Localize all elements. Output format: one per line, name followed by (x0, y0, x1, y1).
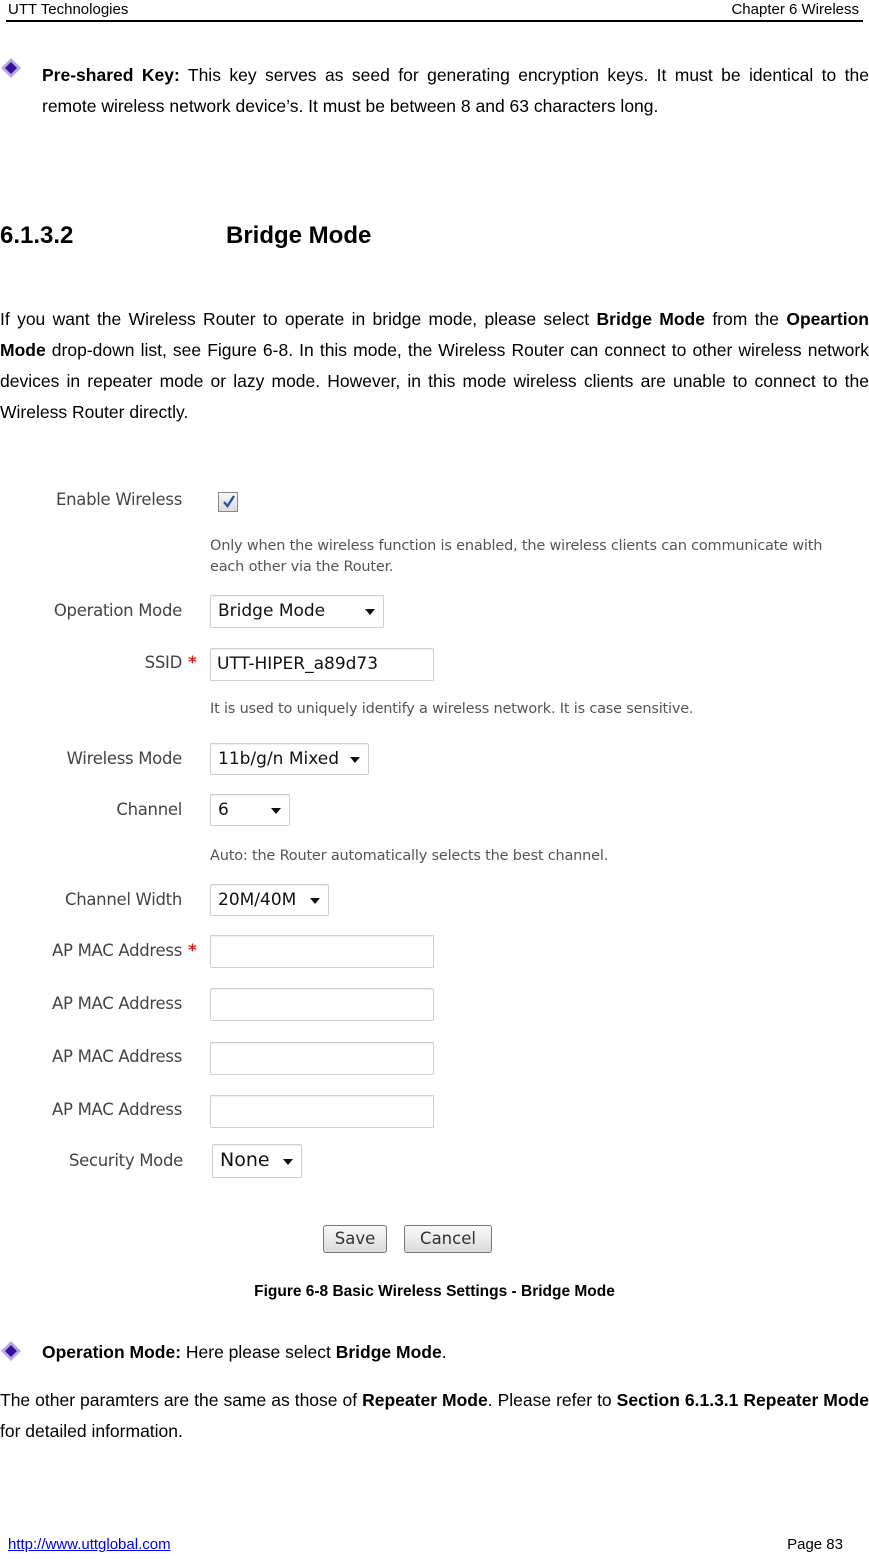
intro-text: If you want the Wireless Router to opera… (0, 309, 597, 329)
preshared-key-description: Pre-shared Key: This key serves as seed … (42, 60, 869, 122)
channel-label: Channel (116, 800, 182, 819)
section-title: Bridge Mode (226, 222, 372, 249)
section-heading: 6.1.3.2 Bridge Mode (0, 222, 371, 250)
channel-width-select[interactable]: 20M/40M (210, 884, 329, 916)
closing-text: . Please refer to (487, 1390, 617, 1410)
closing-text: for detailed information. (0, 1421, 183, 1441)
required-asterisk: * (188, 653, 197, 673)
wireless-mode-label: Wireless Mode (66, 749, 183, 768)
closing-text: The other paramters are the same as thos… (0, 1390, 363, 1410)
intro-paragraph: If you want the Wireless Router to opera… (0, 304, 869, 428)
checkmark-icon (223, 495, 236, 508)
wireless-mode-value: 11b/g/n Mixed (218, 749, 340, 769)
wireless-settings-form: Enable Wireless Only when the wireless f… (20, 480, 860, 1260)
ssid-input[interactable]: UTT-HIPER_a89d73 (210, 648, 434, 681)
chevron-down-icon (310, 898, 320, 904)
page-header: UTT Technologies Chapter 6 Wireless (6, 0, 863, 22)
chevron-down-icon (283, 1159, 293, 1165)
intro-text: from the (704, 309, 787, 329)
figure-caption: Figure 6-8 Basic Wireless Settings - Bri… (254, 1283, 615, 1300)
intro-bold: Bridge Mode (596, 309, 705, 329)
enable-wireless-checkbox[interactable] (218, 492, 238, 512)
channel-width-value: 20M/40M (218, 890, 297, 910)
save-button[interactable]: Save (323, 1225, 387, 1253)
diamond-bullet-icon (1, 58, 21, 78)
ap-mac-label: AP MAC Address (52, 1100, 182, 1119)
operation-mode-description: Operation Mode: Here please select Bridg… (42, 1337, 869, 1368)
wireless-mode-select[interactable]: 11b/g/n Mixed (210, 743, 369, 775)
footer-url-link[interactable]: http://www.uttglobal.com (8, 1536, 171, 1553)
operation-mode-label: Operation Mode (53, 601, 182, 620)
channel-value: 6 (218, 800, 229, 820)
ap-mac-label: AP MAC Address (52, 994, 182, 1013)
enable-wireless-label: Enable Wireless (56, 490, 182, 509)
diamond-bullet-icon (1, 1341, 21, 1361)
enable-wireless-hint: Only when the wireless function is enabl… (210, 538, 823, 575)
ap-mac-input-2[interactable] (210, 988, 434, 1021)
security-mode-value: None (220, 1149, 270, 1171)
chevron-down-icon (350, 757, 360, 763)
ap-mac-input-4[interactable] (210, 1095, 434, 1128)
ssid-hint: It is used to uniquely identify a wirele… (210, 701, 694, 717)
channel-hint: Auto: the Router automatically selects t… (210, 848, 609, 864)
ap-mac-label: AP MAC Address (52, 941, 182, 960)
required-asterisk: * (188, 941, 197, 961)
header-chapter: Chapter 6 Wireless (731, 1, 859, 18)
ap-mac-label: AP MAC Address (52, 1047, 182, 1066)
channel-width-label: Channel Width (64, 890, 182, 909)
section-number: 6.1.3.2 (0, 222, 74, 249)
ssid-label-text: SSID (144, 653, 183, 672)
intro-text: drop-down list, see Figure 6-8. In this … (0, 340, 869, 422)
closing-bold: Section 6.1.3.1 Repeater Mode (616, 1390, 869, 1410)
operation-mode-end: . (441, 1342, 447, 1362)
operation-mode-select[interactable]: Bridge Mode (210, 595, 384, 628)
closing-paragraph: The other paramters are the same as thos… (0, 1385, 869, 1447)
security-mode-select[interactable]: None (212, 1144, 302, 1178)
operation-mode-value: Bridge Mode (218, 601, 326, 621)
cancel-button[interactable]: Cancel (404, 1225, 492, 1253)
ssid-label: SSID (20, 653, 183, 672)
operation-mode-bold: Bridge Mode (335, 1342, 442, 1362)
channel-select[interactable]: 6 (210, 794, 290, 826)
header-company: UTT Technologies (8, 1, 129, 18)
operation-mode-term: Operation Mode: (42, 1342, 182, 1362)
preshared-key-term: Pre-shared Key: (42, 65, 180, 85)
chevron-down-icon (365, 609, 375, 615)
security-mode-label: Security Mode (68, 1151, 183, 1170)
ap-mac-input-3[interactable] (210, 1042, 434, 1075)
chevron-down-icon (271, 808, 281, 814)
ap-mac-input-1[interactable] (210, 935, 434, 968)
closing-bold: Repeater Mode (362, 1390, 488, 1410)
footer-link-wrap: http://www.uttglobal.com (8, 1536, 171, 1553)
operation-mode-text: Here please select (181, 1342, 336, 1362)
page-number: Page 83 (787, 1536, 843, 1553)
